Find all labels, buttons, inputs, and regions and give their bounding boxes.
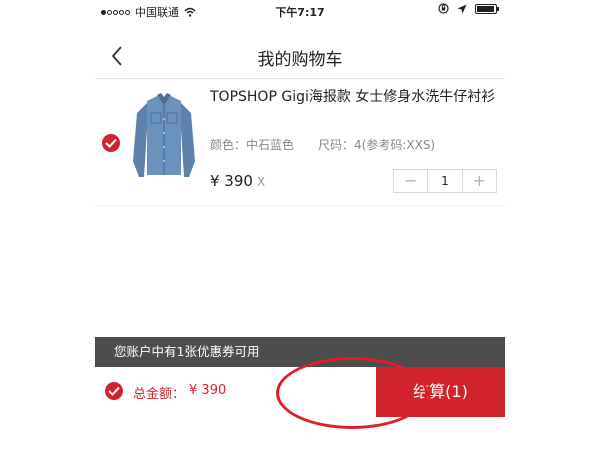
page-title: 我的购物车 xyxy=(257,50,343,70)
select-all-checkbox[interactable] xyxy=(105,382,123,400)
coupon-banner[interactable]: 您账户中有1张优惠券可用 xyxy=(95,337,505,367)
product-name[interactable]: TOPSHOP Gigi海报款 女士修身水洗牛仔衬衫 xyxy=(210,88,500,106)
location-arrow-icon xyxy=(457,4,467,13)
phone-screen: 中国联通 下午7:17 我的购物车 TOPSHOP Gigi海报款 女士修身水洗… xyxy=(95,0,505,460)
check-icon xyxy=(108,386,120,396)
total-amount: 总金额： ¥ 390 xyxy=(133,383,226,402)
decrement-button[interactable]: − xyxy=(394,170,427,192)
product-price: ¥ 390 xyxy=(210,172,253,190)
item-select-checkbox[interactable] xyxy=(102,134,120,152)
checkout-bar: 总金额： ¥ 390 结算(1) xyxy=(95,367,505,417)
check-icon xyxy=(105,138,117,148)
total-label: 总金额： xyxy=(133,387,186,402)
quantity-value[interactable]: 1 xyxy=(427,170,463,192)
cart-item: TOPSHOP Gigi海报款 女士修身水洗牛仔衬衫 颜色：中石蓝色 尺码：4(… xyxy=(95,79,505,206)
increment-button[interactable]: + xyxy=(463,170,496,192)
checkout-button[interactable]: 结算(1) xyxy=(376,367,505,417)
status-bar: 中国联通 下午7:17 xyxy=(95,0,505,20)
total-value: ¥ 390 xyxy=(189,383,227,398)
denim-shirt-image[interactable] xyxy=(129,89,199,181)
battery-icon xyxy=(475,3,499,14)
product-color: 颜色：中石蓝色 xyxy=(210,138,295,152)
product-size: 尺码：4(参考码:XXS) xyxy=(318,138,436,152)
status-right xyxy=(438,3,499,14)
navigation-bar: 我的购物车 xyxy=(95,34,505,79)
rotation-lock-icon xyxy=(438,3,449,14)
quantity-multiplier: X xyxy=(257,175,266,189)
quantity-stepper: − 1 + xyxy=(393,169,497,193)
product-attributes: 颜色：中石蓝色 尺码：4(参考码:XXS) xyxy=(210,136,435,153)
